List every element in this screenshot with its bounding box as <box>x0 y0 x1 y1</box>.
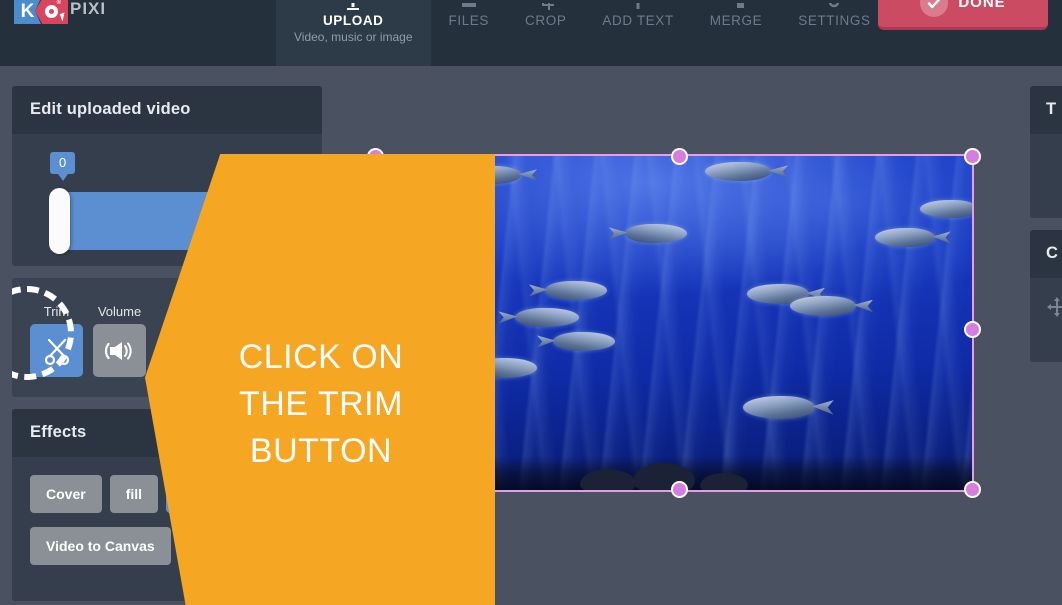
fish <box>790 296 874 316</box>
edit-video-card: Edit uploaded video 0 <box>12 86 322 266</box>
right-card-1: T <box>1030 86 1062 218</box>
light-rays-secondary <box>375 156 972 490</box>
effect-chip-fill[interactable]: fill <box>109 475 159 513</box>
nav-item-merge[interactable]: MERGE <box>692 0 781 66</box>
fish <box>459 166 538 184</box>
app-logo[interactable]: K ® PIXI <box>14 0 105 24</box>
settings-icon <box>824 3 844 12</box>
logo-wordmark: PIXI <box>70 0 107 18</box>
nav-sublabel-upload: Video, music or image <box>294 30 413 44</box>
fish <box>545 281 607 300</box>
nav-label-add-text: ADD TEXT <box>602 13 674 28</box>
effects-card: Effects Cover fill Video to Canvas <box>12 409 322 601</box>
left-sidebar: Edit uploaded video 0 Trim Volume Effect… <box>12 86 322 605</box>
check-icon <box>920 0 949 17</box>
right-card-2-title: C <box>1030 230 1062 278</box>
fish <box>435 288 493 306</box>
nav-label-crop: CROP <box>525 13 567 28</box>
resize-handle-top-right[interactable] <box>964 148 981 165</box>
nav-item-files[interactable]: FILES <box>431 0 508 66</box>
fish <box>743 396 834 419</box>
editor-stage: Edit uploaded video 0 Trim Volume Effect… <box>0 66 1062 605</box>
top-bar: K ® PIXI UPLOAD Video, music or image FI… <box>0 0 1062 66</box>
scissors-icon <box>30 324 83 377</box>
nav-label-settings: SETTINGS <box>798 13 871 28</box>
logo-letter-o: ® <box>35 0 68 24</box>
trim-slider[interactable]: 0 <box>30 152 308 254</box>
tools-card: Trim Volume <box>12 278 322 397</box>
registered-icon: ® <box>56 0 61 6</box>
effect-chip-video-to-canvas[interactable]: Video to Canvas <box>30 527 171 565</box>
merge-icon <box>726 3 746 12</box>
fish <box>625 224 687 243</box>
files-icon <box>459 3 479 12</box>
resize-handle-top-left[interactable] <box>367 148 384 165</box>
right-sidebar: T C <box>1030 86 1062 374</box>
effects-row-2: Video to Canvas <box>30 527 304 565</box>
crop-icon <box>536 3 556 12</box>
fish <box>705 162 789 181</box>
tool-volume[interactable]: Volume <box>93 304 146 377</box>
edit-video-title: Edit uploaded video <box>12 86 322 134</box>
trim-slider-track[interactable] <box>50 192 308 250</box>
right-card-1-body <box>1030 134 1062 218</box>
speaker-icon <box>93 324 146 377</box>
move-icon[interactable] <box>1046 297 1062 322</box>
tool-trim-label: Trim <box>43 304 70 319</box>
fish <box>515 308 579 327</box>
app-root: K ® PIXI UPLOAD Video, music or image FI… <box>0 0 1062 605</box>
right-card-2: C <box>1030 230 1062 362</box>
fish <box>475 358 537 378</box>
effect-chip-selected[interactable] <box>166 475 213 513</box>
nav-label-upload: UPLOAD <box>322 13 384 28</box>
right-card-1-title: T <box>1030 86 1062 134</box>
upload-icon <box>343 3 363 12</box>
trim-slider-handle[interactable] <box>49 188 70 254</box>
done-button-label: DONE <box>958 0 1006 11</box>
text-icon <box>628 3 648 12</box>
fish <box>405 338 465 357</box>
resize-handle-bottom-center[interactable] <box>671 481 688 498</box>
trim-slider-value: 0 <box>50 152 76 181</box>
tools-row: Trim Volume <box>12 278 322 397</box>
nav-label-merge: MERGE <box>709 13 763 28</box>
edit-video-body: 0 <box>12 134 322 266</box>
right-card-2-body <box>1030 278 1062 362</box>
done-button[interactable]: DONE <box>878 0 1048 30</box>
nav-item-upload[interactable]: UPLOAD Video, music or image <box>276 0 431 66</box>
video-preview[interactable] <box>373 154 974 492</box>
resize-handle-top-center[interactable] <box>671 148 688 165</box>
top-navigation: UPLOAD Video, music or image FILES CROP <box>276 0 889 66</box>
nav-label-files: FILES <box>448 13 490 28</box>
tool-trim[interactable]: Trim <box>30 304 83 377</box>
fish <box>920 200 972 218</box>
effects-title: Effects <box>12 409 322 457</box>
fish <box>875 228 951 247</box>
nav-item-settings[interactable]: SETTINGS <box>780 0 888 66</box>
fish <box>553 332 615 351</box>
effects-body: Cover fill Video to Canvas <box>12 457 322 601</box>
resize-handle-middle-right[interactable] <box>964 321 981 338</box>
tool-volume-label: Volume <box>97 304 142 319</box>
logo-ring-icon <box>45 4 58 18</box>
effect-chip-cover[interactable]: Cover <box>30 475 102 513</box>
effects-row-1: Cover fill <box>30 475 304 513</box>
resize-handle-bottom-right[interactable] <box>964 481 981 498</box>
nav-item-crop[interactable]: CROP <box>507 0 584 66</box>
cursor-icon <box>59 12 68 22</box>
nav-item-add-text[interactable]: ADD TEXT <box>584 0 691 66</box>
